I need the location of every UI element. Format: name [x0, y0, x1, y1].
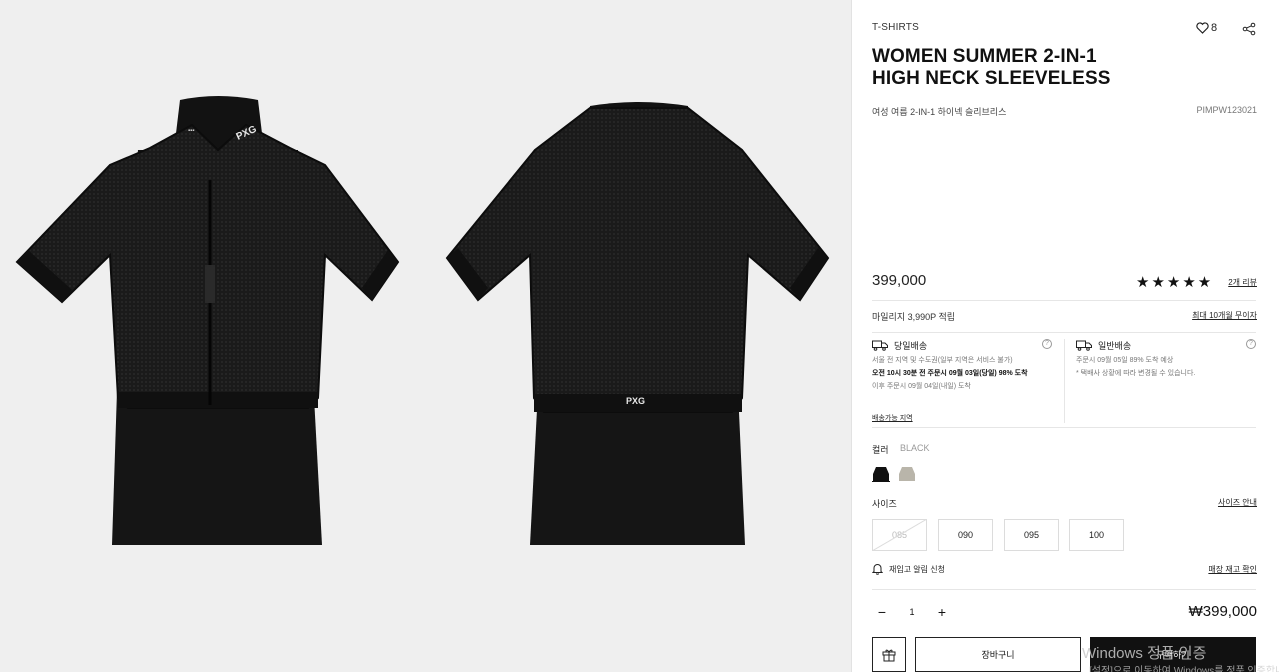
same-day-help-icon[interactable]: ? — [1042, 339, 1052, 349]
standard-shipping: 일반배송 주문시 09월 05일 89% 도착 예상 * 택배사 상황에 따라 … — [1076, 339, 1246, 378]
mileage-info: 마일리지 3,990P 적립 — [872, 312, 956, 322]
same-day-line2: 오전 10시 30분 전 주문시 09월 03일(당일) 98% 도착 — [872, 370, 1028, 377]
restock-label: 재입고 알림 신청 — [889, 564, 945, 574]
restock-alert-button[interactable]: 재입고 알림 신청 — [872, 563, 945, 575]
color-swatch-black[interactable] — [872, 464, 890, 482]
breadcrumb-category[interactable]: T-SHIRTS — [872, 22, 919, 33]
quantity-increase-button[interactable]: + — [932, 602, 952, 622]
shipping-info-box: 당일배송 서울 전 지역 및 수도권(일부 지역은 서비스 불가) 오전 10시… — [872, 332, 1256, 428]
product-title-line1: WOMEN SUMMER 2-IN-1 — [872, 46, 1097, 67]
size-option-095[interactable]: 095 — [1004, 519, 1059, 551]
product-title: WOMEN SUMMER 2-IN-1 HIGH NECK SLEEVELESS — [872, 46, 1202, 90]
front-view-image[interactable]: PXG ▪▪▪ — [15, 96, 400, 545]
gift-button[interactable] — [872, 637, 906, 672]
same-day-line3: 이후 주문시 09월 04일(내일) 도착 — [872, 383, 971, 390]
installment-link[interactable]: 최대 10개월 무이자 — [1192, 310, 1257, 321]
shipping-divider — [1064, 339, 1065, 423]
sold-out-slash — [873, 520, 926, 550]
product-image-gallery[interactable]: PXG ▪▪▪ PXG — [0, 0, 851, 672]
product-info-panel: T-SHIRTS 8 WOMEN SUMMER 2-IN-1 HIGH NECK… — [852, 0, 1279, 672]
color-swatch-beige[interactable] — [898, 464, 916, 482]
share-icon — [1242, 22, 1256, 36]
wishlist-button[interactable]: 8 — [1196, 22, 1217, 34]
back-view-image[interactable]: PXG — [445, 102, 830, 545]
share-button[interactable] — [1242, 22, 1256, 41]
product-sku: PIMPW123021 — [1196, 105, 1257, 115]
quantity-value[interactable]: 1 — [909, 607, 914, 617]
rating-stars: ★★★★★ — [1136, 274, 1214, 291]
truck-icon — [1076, 340, 1092, 351]
divider — [872, 300, 1256, 301]
product-price: 399,000 — [872, 272, 927, 289]
standard-line2: * 택배사 상황에 따라 변경될 수 있습니다. — [1076, 370, 1196, 377]
color-selected-value: BLACK — [900, 443, 930, 453]
size-guide-link[interactable]: 사이즈 안내 — [1218, 497, 1257, 508]
divider — [872, 589, 1256, 590]
size-option-label: 095 — [1023, 530, 1040, 540]
truck-icon — [872, 340, 888, 351]
bell-icon — [872, 564, 883, 575]
product-korean-name: 여성 여름 2-IN-1 하이넥 슬리브리스 — [872, 107, 1007, 117]
size-label: 사이즈 — [872, 499, 897, 509]
back-hem-logo: PXG — [626, 396, 645, 406]
standard-title: 일반배송 — [1098, 341, 1132, 351]
quantity-decrease-button[interactable]: − — [872, 602, 892, 622]
total-price: ₩399,000 — [1188, 603, 1257, 620]
size-option-label: 090 — [957, 530, 974, 540]
wishlist-count: 8 — [1211, 22, 1218, 34]
standard-help-icon[interactable]: ? — [1246, 339, 1256, 349]
same-day-title: 당일배송 — [894, 341, 928, 351]
reviews-link[interactable]: 2개 리뷰 — [1228, 277, 1257, 288]
size-option-085[interactable]: 085 — [872, 519, 927, 551]
color-label: 컬러 — [872, 445, 889, 455]
windows-activation-watermark: Windows 정품 인증 — [1082, 645, 1207, 662]
size-option-090[interactable]: 090 — [938, 519, 993, 551]
gift-icon — [882, 649, 896, 661]
add-to-cart-button[interactable]: 장바구니 — [915, 637, 1081, 672]
product-title-line2: HIGH NECK SLEEVELESS — [872, 68, 1111, 89]
store-stock-link[interactable]: 매장 재고 확인 — [1208, 564, 1257, 575]
same-day-line1: 서울 전 지역 및 수도권(일부 지역은 서비스 불가) — [872, 357, 1013, 364]
size-option-100[interactable]: 100 — [1069, 519, 1124, 551]
windows-activation-watermark-sub: [설정]으로 이동하여 Windows를 정품 인증합니다. — [1089, 666, 1279, 672]
delivery-area-link[interactable]: 배송가능 지역 — [872, 413, 913, 423]
size-option-label: 100 — [1088, 530, 1105, 540]
same-day-shipping: 당일배송 서울 전 지역 및 수도권(일부 지역은 서비스 불가) 오전 10시… — [872, 339, 1062, 391]
product-images: PXG ▪▪▪ PXG — [15, 96, 830, 545]
standard-line1: 주문시 09월 05일 89% 도착 예상 — [1076, 357, 1174, 364]
heart-icon — [1196, 22, 1209, 34]
svg-text:▪▪▪: ▪▪▪ — [188, 128, 194, 134]
quantity-stepper: − 1 + — [872, 600, 952, 624]
